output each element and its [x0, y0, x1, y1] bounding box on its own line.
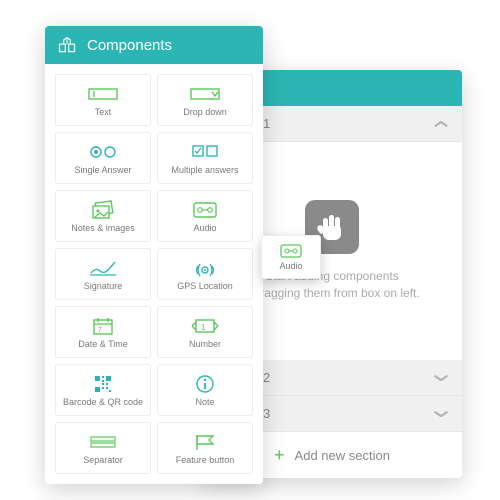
component-multiple-answers[interactable]: Multiple answers	[157, 132, 253, 184]
cassette-icon	[279, 243, 303, 259]
plus-icon: +	[274, 446, 285, 464]
component-number[interactable]: 1 Number	[157, 306, 253, 358]
number-icon: 1	[190, 315, 220, 337]
component-text[interactable]: Text	[55, 74, 151, 126]
component-signature[interactable]: Signature	[55, 248, 151, 300]
component-audio[interactable]: Audio	[157, 190, 253, 242]
qr-icon	[93, 373, 113, 395]
chevron-up-icon	[434, 117, 448, 131]
add-section-label: Add new section	[295, 448, 390, 463]
svg-text:1: 1	[201, 323, 206, 332]
component-single-answer[interactable]: Single Answer	[55, 132, 151, 184]
component-notes-images[interactable]: Notes & images	[55, 190, 151, 242]
component-date-time[interactable]: 7 Date & Time	[55, 306, 151, 358]
dragging-component-ghost[interactable]: Audio	[261, 235, 321, 279]
components-header: Components	[45, 26, 263, 64]
chevron-down-icon	[434, 371, 448, 385]
text-icon	[88, 83, 118, 105]
cassette-icon	[192, 199, 218, 221]
components-panel: Components Text Drop down Single Answer …	[45, 26, 263, 484]
chevron-down-icon	[434, 407, 448, 421]
signature-icon	[88, 257, 118, 279]
components-icon	[57, 35, 77, 55]
info-icon	[195, 373, 215, 395]
calendar-icon: 7	[92, 315, 114, 337]
gps-icon	[193, 257, 217, 279]
component-feature-button[interactable]: Feature button	[157, 422, 253, 474]
separator-icon	[89, 431, 117, 453]
flag-icon	[193, 431, 217, 453]
checkbox-icon	[191, 141, 219, 163]
component-barcode-qr[interactable]: Barcode & QR code	[55, 364, 151, 416]
components-title: Components	[87, 37, 172, 54]
dropdown-icon	[190, 83, 220, 105]
images-icon	[90, 199, 116, 221]
components-grid: Text Drop down Single Answer Multiple an…	[45, 64, 263, 484]
component-note[interactable]: Note	[157, 364, 253, 416]
radio-icon	[89, 141, 117, 163]
svg-text:7: 7	[98, 327, 102, 334]
component-separator[interactable]: Separator	[55, 422, 151, 474]
component-dropdown[interactable]: Drop down	[157, 74, 253, 126]
component-gps-location[interactable]: GPS Location	[157, 248, 253, 300]
